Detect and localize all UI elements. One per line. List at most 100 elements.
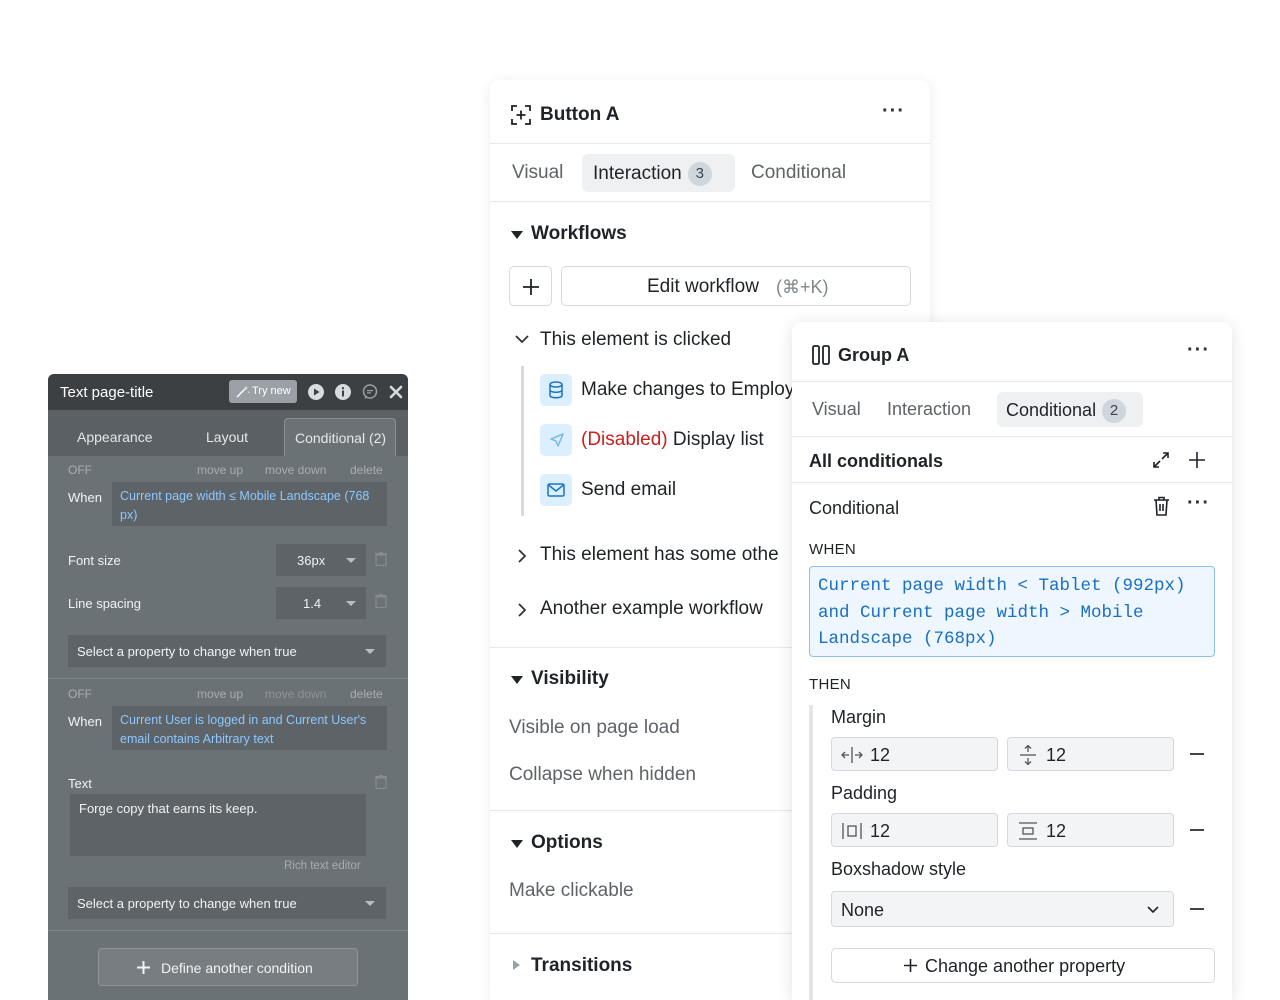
collapse-triangle-icon[interactable] [511,231,523,239]
delete-link[interactable]: delete [350,463,383,477]
margin-horizontal-input[interactable]: 12 [831,737,998,771]
all-conditionals-heading: All conditionals [809,451,944,471]
change-property-label: Change another property [925,956,1126,976]
tab-visual[interactable]: Visual [512,162,563,184]
tab-visual[interactable]: Visual [812,399,861,420]
chevron-down-icon [365,901,375,906]
info-icon[interactable] [334,383,352,401]
condition-state[interactable]: OFF [68,463,92,477]
condition-divider [48,678,408,679]
move-down-link[interactable]: move down [265,463,326,477]
line-spacing-label: Line spacing [68,596,141,611]
comment-icon[interactable] [361,383,379,401]
tab-interaction-label: Interaction [593,163,682,184]
condition-expression[interactable]: Current page width < Tablet (992px) and … [809,566,1215,657]
tab-interaction[interactable]: Interaction 3 [582,154,735,192]
more-horizontal-icon[interactable]: ··· [882,100,905,123]
horizontal-padding-icon [842,823,862,839]
edit-workflow-shortcut: (⌘+K) [776,277,829,297]
workflow-step-label: Display list [667,429,764,450]
when-label: When [68,714,102,729]
workflow-step[interactable]: Send email [581,479,676,501]
condition-state[interactable]: OFF [68,687,92,701]
panel-title: Button A [540,104,620,125]
chevron-right-icon[interactable] [518,549,527,563]
tab-interaction[interactable]: Interaction [887,399,971,420]
magic-wand-icon [236,386,250,398]
workflow-step-disabled[interactable]: (Disabled) Display list [581,429,764,451]
condition-expression[interactable]: Current User is logged in and Current Us… [112,706,387,750]
when-label: When [68,490,102,505]
edit-workflow-label: Edit workflow [647,276,759,297]
remove-property-icon[interactable] [1190,908,1204,910]
padding-horizontal-input[interactable]: 12 [831,813,998,847]
trash-icon[interactable] [375,775,387,789]
chevron-right-icon[interactable] [518,603,527,617]
condition-expression[interactable]: Current page width ≤ Mobile Landscape (7… [112,482,387,526]
margin-horizontal-value: 12 [870,745,891,765]
margin-vertical-input[interactable]: 12 [1007,737,1174,771]
collapse-triangle-icon[interactable] [511,676,523,684]
workflow-item[interactable]: Another example workflow [540,598,763,620]
workflow-item[interactable]: This element has some othe [540,544,779,566]
property-select-placeholder: Select a property to change when true [77,896,297,911]
change-property-button[interactable]: Change another property [831,948,1215,983]
workflow-item[interactable]: This element is clicked [540,329,731,351]
chevron-down-icon [365,649,375,654]
delete-link[interactable]: delete [350,687,383,701]
chevron-down-icon[interactable] [515,335,529,344]
visibility-option[interactable]: Visible on page load [509,717,680,739]
try-new-button[interactable]: Try new [229,380,297,403]
play-icon[interactable] [307,383,325,401]
trash-icon[interactable] [375,552,387,566]
tab-conditional[interactable]: Conditional (2) [284,418,396,456]
tab-layout[interactable]: Layout [206,429,248,445]
options-item[interactable]: Make clickable [509,880,634,902]
define-condition-button[interactable]: Define another condition [98,948,358,986]
line-spacing-input[interactable]: 1.4 [276,587,366,619]
header-divider [792,381,1232,382]
more-horizontal-icon[interactable]: ··· [1187,492,1210,515]
tabs-divider [792,436,1232,437]
expand-icon[interactable] [1152,451,1170,469]
plus-icon[interactable] [1188,451,1206,469]
padding-vertical-input[interactable]: 12 [1007,813,1174,847]
group-property-panel: Group A ··· Visual Interaction Condition… [792,322,1232,1000]
tab-conditional-label: Conditional [1006,400,1097,420]
margin-vertical-value: 12 [1046,745,1067,765]
workflow-step[interactable]: Make changes to Employ [581,379,794,401]
mail-icon [540,474,572,506]
text-value-input[interactable] [70,794,366,856]
trash-icon[interactable] [1153,496,1170,516]
property-select[interactable]: Select a property to change when true [68,635,386,667]
remove-property-icon[interactable] [1190,753,1204,755]
trash-icon[interactable] [375,594,387,608]
rich-text-editor-link[interactable]: Rich text editor [284,860,361,872]
move-down-link[interactable]: move down [265,687,326,701]
visibility-option[interactable]: Collapse when hidden [509,764,696,786]
collapse-triangle-icon[interactable] [511,840,523,848]
more-horizontal-icon[interactable]: ··· [1187,339,1210,362]
boxshadow-select[interactable]: None [831,891,1174,927]
font-size-input[interactable]: 36px [276,544,366,576]
line-spacing-value: 1.4 [303,596,322,611]
tab-appearance[interactable]: Appearance [77,429,153,445]
move-up-link[interactable]: move up [197,463,243,477]
tab-conditional[interactable]: Conditional [751,162,846,184]
property-select[interactable]: Select a property to change when true [68,887,386,919]
vertical-spacing-icon [1020,745,1036,765]
visibility-heading: Visibility [531,668,609,689]
workflow-steps-line [521,366,524,516]
expand-triangle-icon[interactable] [513,960,520,970]
tab-conditional[interactable]: Conditional 2 [997,392,1143,427]
then-label: THEN [809,676,852,693]
close-icon[interactable] [387,383,405,401]
edit-workflow-button[interactable]: Edit workflow (⌘+K) [561,266,911,306]
add-workflow-button[interactable] [509,266,552,306]
move-up-link[interactable]: move up [197,687,243,701]
remove-property-icon[interactable] [1190,829,1204,831]
cursor-icon [540,424,572,456]
chevron-down-icon [1147,906,1159,914]
boxshadow-value: None [841,900,885,920]
chevron-down-icon [346,601,356,606]
